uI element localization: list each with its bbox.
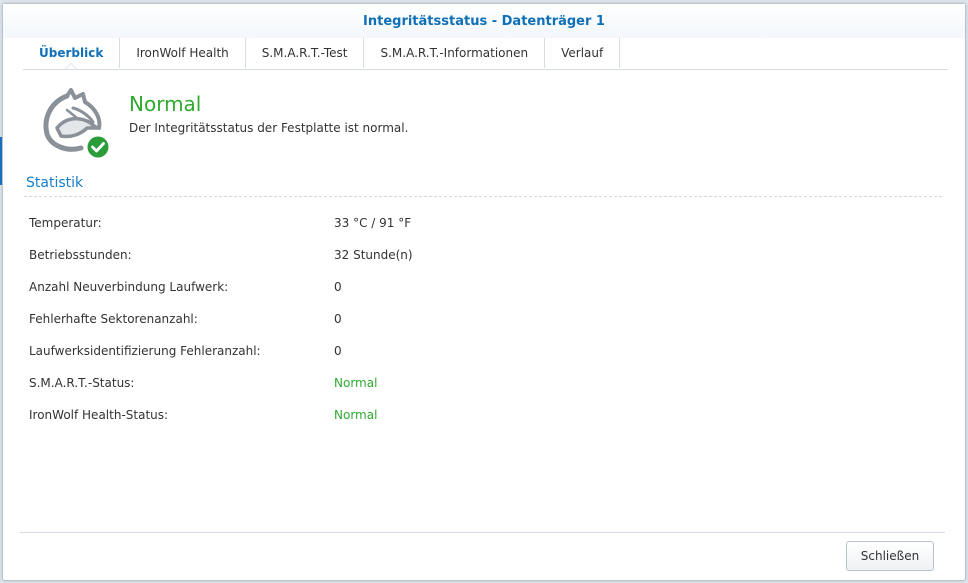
tab-overview[interactable]: Überblick xyxy=(23,38,121,69)
footer-divider xyxy=(20,532,945,533)
stat-row-operating-hours: Betriebsstunden: 32 Stunde(n) xyxy=(29,245,929,265)
tab-smart-test[interactable]: S.M.A.R.T.-Test xyxy=(246,38,365,68)
stat-label: Temperatur: xyxy=(29,216,102,230)
tab-bar: Überblick IronWolf Health S.M.A.R.T.-Tes… xyxy=(23,38,948,70)
status-title: Normal xyxy=(129,92,202,116)
tab-history-label: Verlauf xyxy=(561,46,604,60)
stat-label: IronWolf Health-Status: xyxy=(29,408,169,422)
stat-value: 0 xyxy=(334,344,342,358)
stat-row-reconnect-count: Anzahl Neuverbindung Laufwerk: 0 xyxy=(29,277,929,297)
active-tab-pointer xyxy=(65,63,78,69)
check-circle-icon xyxy=(86,135,110,159)
dialog-title: Integritätsstatus - Datenträger 1 xyxy=(3,4,965,38)
tab-smart-info-label: S.M.A.R.T.-Informationen xyxy=(380,46,529,60)
stat-value: 0 xyxy=(334,280,342,294)
stat-row-smart-status: S.M.A.R.T.-Status: Normal xyxy=(29,373,929,393)
stat-label: S.M.A.R.T.-Status: xyxy=(29,376,135,390)
tab-ironwolf-health-label: IronWolf Health xyxy=(136,46,229,60)
ironwolf-logo-icon xyxy=(43,88,110,159)
stat-value: 32 Stunde(n) xyxy=(334,248,413,262)
stat-label: Anzahl Neuverbindung Laufwerk: xyxy=(29,280,229,294)
tab-smart-info[interactable]: S.M.A.R.T.-Informationen xyxy=(364,38,546,68)
stat-value: 33 °C / 91 °F xyxy=(334,216,412,230)
tab-ironwolf-health[interactable]: IronWolf Health xyxy=(120,38,246,68)
statistics-heading: Statistik xyxy=(26,175,84,191)
stat-label: Laufwerksidentifizierung Fehleranzahl: xyxy=(29,344,261,358)
status-value-normal: Normal xyxy=(334,376,378,390)
tab-overview-label: Überblick xyxy=(39,46,104,60)
stat-row-ironwolf-health-status: IronWolf Health-Status: Normal xyxy=(29,405,929,425)
close-button[interactable]: Schließen xyxy=(846,541,934,571)
tab-history[interactable]: Verlauf xyxy=(545,38,621,68)
tab-smart-test-label: S.M.A.R.T.-Test xyxy=(261,46,348,60)
stat-label: Betriebsstunden: xyxy=(29,248,132,262)
stat-row-identification-errors: Laufwerksidentifizierung Fehleranzahl: 0 xyxy=(29,341,929,361)
stat-label: Fehlerhafte Sektorenanzahl: xyxy=(29,312,198,326)
stat-row-temperature: Temperatur: 33 °C / 91 °F xyxy=(29,213,929,233)
section-divider xyxy=(24,196,942,197)
status-value-normal: Normal xyxy=(334,408,378,422)
status-description: Der Integritätsstatus der Festplatte ist… xyxy=(129,121,409,135)
stat-row-bad-sectors: Fehlerhafte Sektorenanzahl: 0 xyxy=(29,309,929,329)
stat-value: 0 xyxy=(334,312,342,326)
